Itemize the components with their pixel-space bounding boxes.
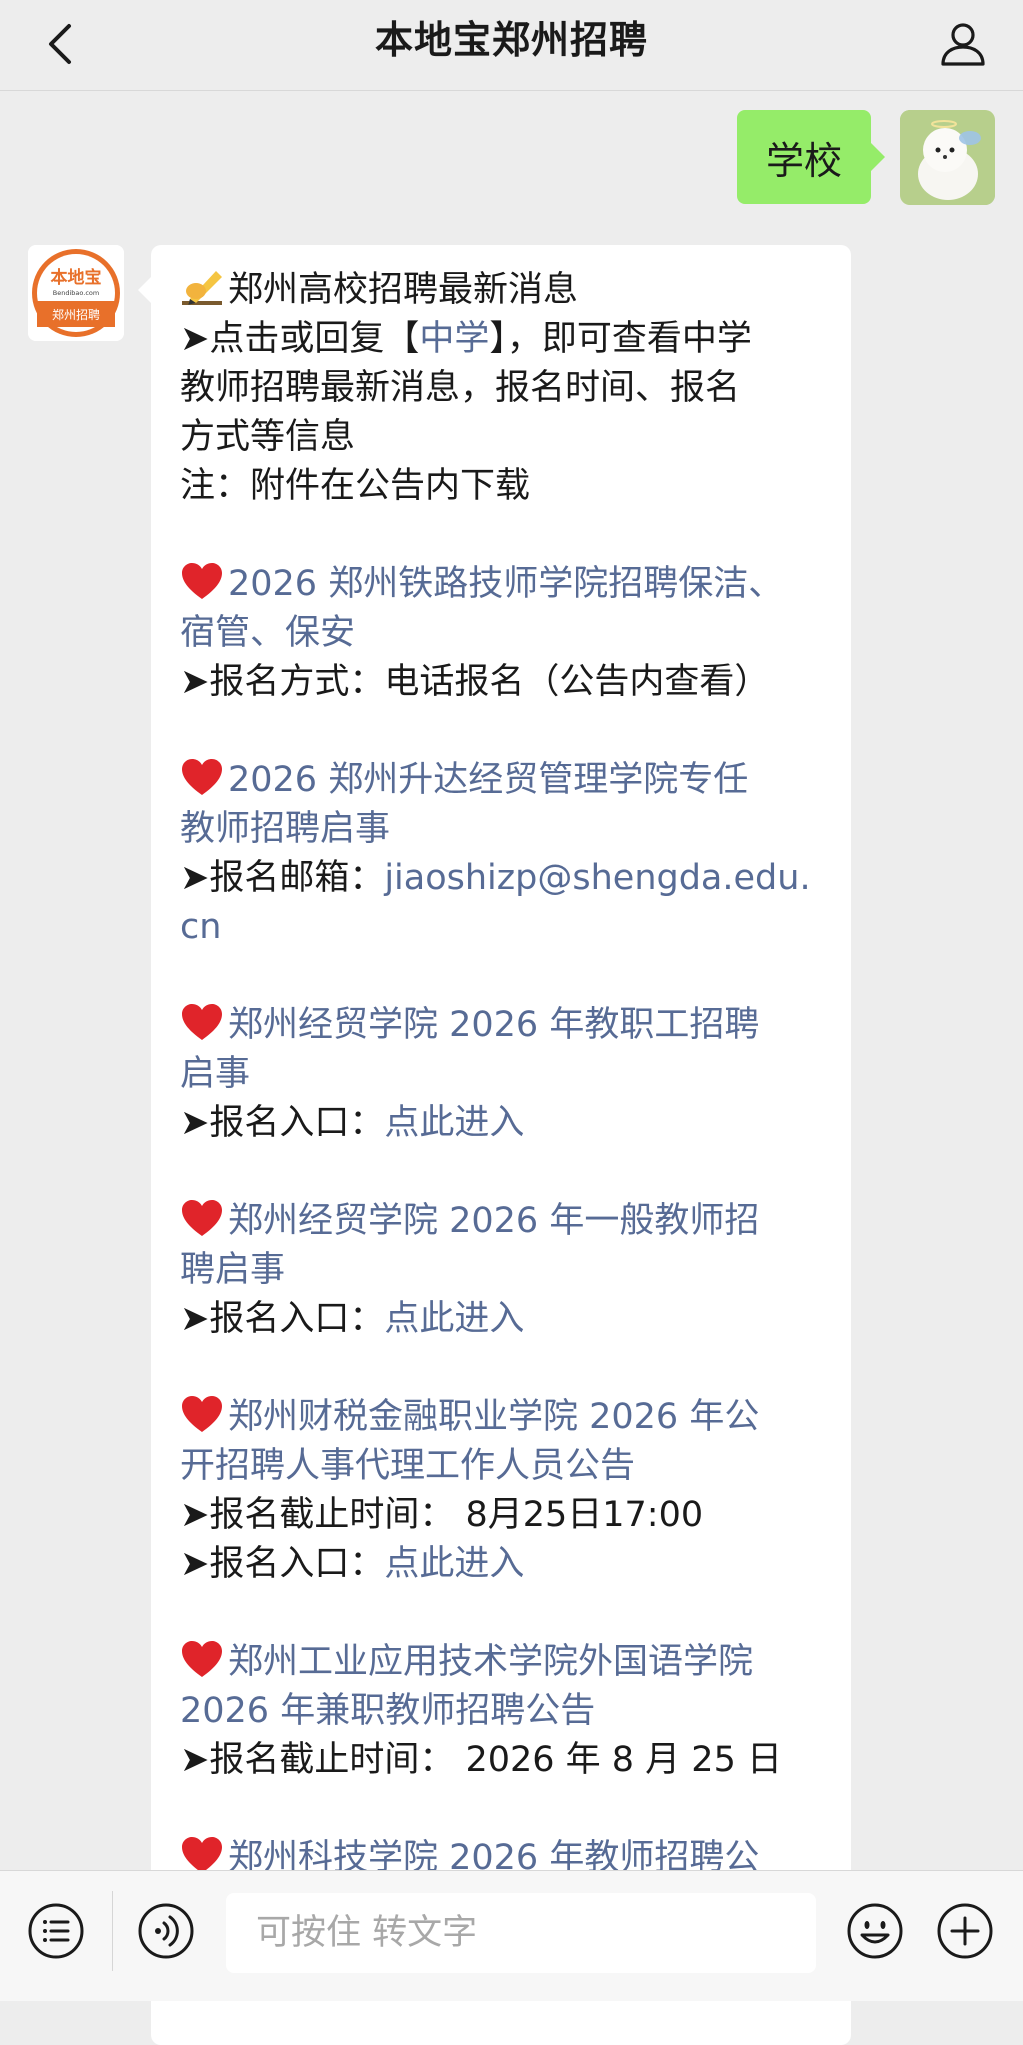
intro-prefix: ➤点击或回复【 — [180, 319, 420, 359]
voice-icon — [138, 1903, 194, 1959]
job-item-title-text[interactable]: 郑州经贸学院 2026 年一般教师招 — [228, 1201, 759, 1241]
job-item-title[interactable]: 2026 郑州铁路技师学院招聘保洁、 — [180, 560, 830, 609]
plus-icon — [937, 1903, 993, 1959]
heart-icon — [182, 563, 222, 599]
job-item-title-cont[interactable]: 2026 年兼职教师招聘公告 — [180, 1687, 830, 1736]
heart-icon — [182, 1837, 222, 1873]
email-label: ➤报名邮箱： — [180, 858, 385, 898]
menu-list-icon — [28, 1903, 84, 1959]
message-input[interactable] — [226, 1893, 816, 1973]
intro-note: 注：附件在公告内下载 — [180, 466, 531, 506]
job-item-entry: ➤报名入口：点此进入 — [180, 1295, 830, 1344]
enter-link[interactable]: 点此进入 — [384, 1544, 524, 1584]
entry-label: ➤报名入口： — [180, 1103, 385, 1143]
job-item-title-cont[interactable]: 开招聘人事代理工作人员公告 — [180, 1442, 830, 1491]
heart-icon — [182, 759, 222, 795]
user-avatar[interactable] — [900, 110, 995, 205]
sent-message-bubble[interactable]: 学校 — [737, 110, 885, 204]
sent-message-text: 学校 — [765, 138, 842, 183]
job-item-title-text[interactable]: 2026 郑州升达经贸管理学院专任 — [228, 760, 748, 800]
job-item-title-text[interactable]: 2026 郑州铁路技师学院招聘保洁、 — [228, 564, 783, 604]
job-item-title-text[interactable]: 郑州工业应用技术学院外国语学院 — [228, 1642, 753, 1682]
intro-line-3: 方式等信息 — [180, 417, 356, 457]
bendibao-logo: 本地宝 Bendibao.com 郑州招聘 — [28, 245, 124, 341]
heart-icon — [182, 1200, 222, 1236]
job-item-title-cont[interactable]: 教师招聘启事 — [180, 805, 830, 854]
job-item-title-cont[interactable]: 宿管、保安 — [180, 609, 830, 658]
job-item-title-cont[interactable]: 启事 — [180, 1050, 830, 1099]
email-link[interactable]: jiaoshizp@shengda.edu. — [384, 858, 810, 898]
emoji-icon — [847, 1903, 903, 1959]
heart-icon — [182, 1641, 222, 1677]
menu-button[interactable] — [26, 1901, 86, 1961]
received-message-bubble: 郑州高校招聘最新消息 ➤点击或回复【中学】，即可查看中学 教师招聘最新消息，报名… — [138, 245, 851, 2045]
job-item-email: ➤报名邮箱：jiaoshizp@shengda.edu. — [180, 854, 830, 903]
entry-label: ➤报名入口： — [180, 1299, 385, 1339]
job-item-title[interactable]: 郑州经贸学院 2026 年一般教师招 — [180, 1197, 830, 1246]
chat-title: 本地宝郑州招聘 — [374, 18, 648, 62]
profile-button[interactable] — [931, 12, 995, 76]
chat-input-bar — [0, 1870, 1023, 2001]
chat-header: 本地宝郑州招聘 — [0, 0, 1023, 91]
job-item-title-text[interactable]: 郑州经贸学院 2026 年教职工招聘 — [228, 1005, 759, 1045]
enter-link[interactable]: 点此进入 — [384, 1103, 524, 1143]
emoji-button[interactable] — [845, 1901, 905, 1961]
job-item-entry: ➤报名入口：点此进入 — [180, 1099, 830, 1148]
enter-link[interactable]: 点此进入 — [384, 1299, 524, 1339]
dog-avatar-image — [900, 110, 995, 205]
job-item-title[interactable]: 2026 郑州升达经贸管理学院专任 — [180, 756, 830, 805]
heart-icon — [182, 1396, 222, 1432]
intro-title-line: 郑州高校招聘最新消息 — [180, 265, 830, 315]
entry-label: ➤报名入口： — [180, 1544, 385, 1584]
job-item-title-cont[interactable]: 聘启事 — [180, 1246, 830, 1295]
divider — [112, 1891, 113, 1971]
job-item-title-text[interactable]: 郑州财税金融职业学院 2026 年公 — [228, 1397, 759, 1437]
job-item-deadline: ➤报名截止时间： 2026 年 8 月 25 日 — [180, 1740, 782, 1780]
middle-school-link[interactable]: 中学 — [419, 319, 489, 359]
intro-line-2: 教师招聘最新消息，报名时间、报名 — [180, 368, 741, 408]
job-item-title[interactable]: 郑州经贸学院 2026 年教职工招聘 — [180, 1001, 830, 1050]
job-item-title[interactable]: 郑州财税金融职业学院 2026 年公 — [180, 1393, 830, 1442]
writing-hand-icon — [182, 271, 222, 305]
official-account-avatar[interactable]: 本地宝 Bendibao.com 郑州招聘 — [28, 245, 124, 341]
more-button[interactable] — [935, 1901, 995, 1961]
logo-url-text: Bendibao.com — [53, 289, 99, 297]
intro-line-1: ➤点击或回复【中学】，即可查看中学 — [180, 315, 830, 364]
job-item-title[interactable]: 郑州工业应用技术学院外国语学院 — [180, 1638, 830, 1687]
intro-title: 郑州高校招聘最新消息 — [228, 270, 579, 310]
person-icon — [941, 23, 985, 66]
job-item-deadline: ➤报名截止时间： 8月25日17:00 — [180, 1495, 704, 1535]
job-item-entry: ➤报名入口：点此进入 — [180, 1540, 830, 1589]
message-content: 郑州高校招聘最新消息 ➤点击或回复【中学】，即可查看中学 教师招聘最新消息，报名… — [180, 265, 830, 1883]
job-item-detail: ➤报名方式：电话报名（公告内查看） — [180, 662, 770, 702]
logo-top-text: 本地宝 — [51, 267, 102, 288]
heart-icon — [182, 1004, 222, 1040]
intro-suffix: 】，即可查看中学 — [489, 319, 752, 359]
voice-button[interactable] — [136, 1901, 196, 1961]
email-link-cont[interactable]: cn — [180, 903, 830, 952]
logo-bottom-text: 郑州招聘 — [52, 307, 100, 322]
